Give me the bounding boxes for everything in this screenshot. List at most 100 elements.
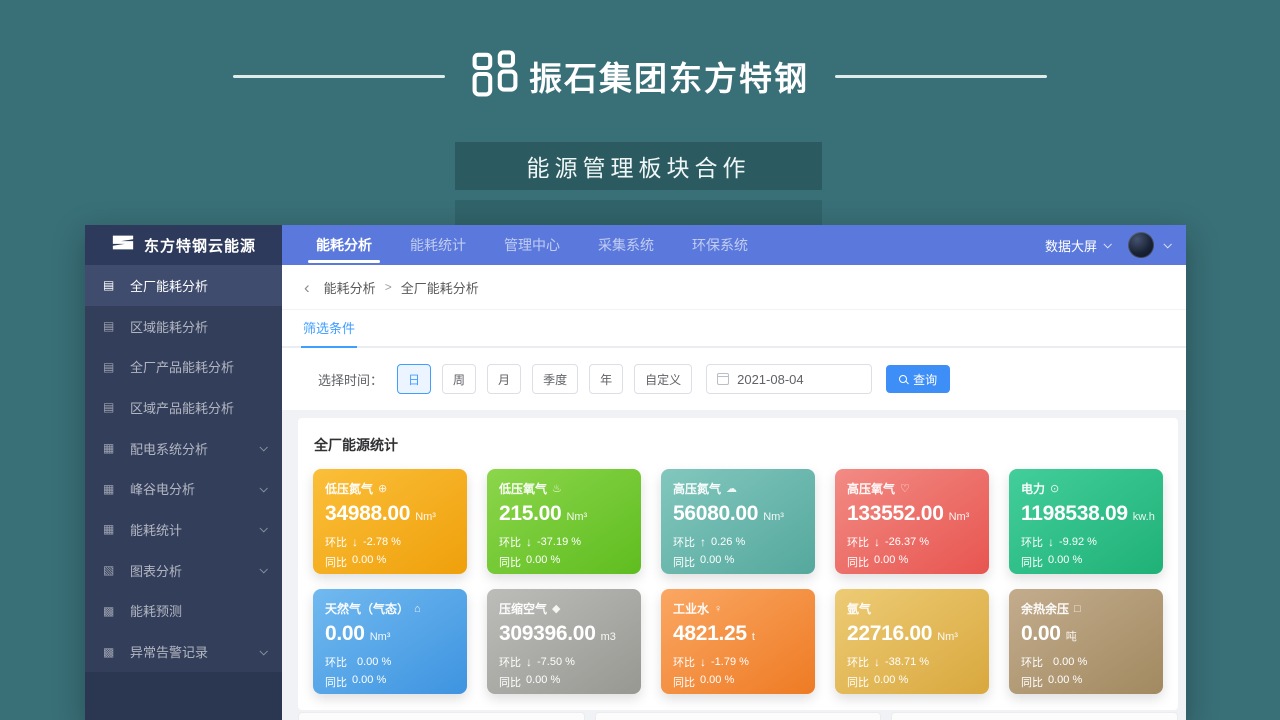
- yoy-value: 0.00 %: [874, 554, 908, 570]
- period-custom-button[interactable]: 自定义: [634, 364, 692, 394]
- calendar-icon: [717, 373, 729, 385]
- card-title: 天然气（气态）: [325, 600, 409, 617]
- stat-card-waste-heat-pressure[interactable]: 余热余压□ 0.00吨 环比0.00 % 同比0.00 %: [1009, 589, 1163, 694]
- banner: 振石集团东方特钢: [0, 48, 1280, 104]
- breadcrumb: ‹ 能耗分析 > 全厂能耗分析: [282, 265, 1186, 310]
- sidebar-item-power-distribution[interactable]: ▦ 配电系统分析: [85, 428, 282, 469]
- yoy-label: 同比: [847, 554, 869, 570]
- data-screen-label: 数据大屏: [1045, 236, 1097, 255]
- arrow-down-icon: ↓: [874, 535, 880, 549]
- card-icon: ▤: [103, 360, 118, 374]
- arrow-down-icon: ↓: [526, 655, 532, 669]
- panel-top-edge: [891, 712, 1178, 720]
- nav-item-energy-statistics[interactable]: 能耗统计: [398, 225, 478, 265]
- card-energy-icon: ◆: [552, 602, 560, 615]
- stat-card-high-pressure-nitrogen[interactable]: 高压氮气☁ 56080.00Nm³ 环比↑0.26 % 同比0.00 %: [661, 469, 815, 574]
- stat-card-low-pressure-nitrogen[interactable]: 低压氮气⊕ 34988.00Nm³ 环比↓-2.78 % 同比0.00 %: [313, 469, 467, 574]
- card-energy-icon: ☁: [726, 482, 737, 495]
- yoy-label: 同比: [1021, 554, 1043, 570]
- app-logo[interactable]: 东方特钢云能源: [85, 225, 282, 265]
- card-unit: kw.h: [1133, 511, 1155, 523]
- card-value: 0.00: [1021, 622, 1061, 646]
- breadcrumb-parent[interactable]: 能耗分析: [324, 278, 376, 297]
- period-week-button[interactable]: 周: [442, 364, 476, 394]
- top-nav: 能耗分析 能耗统计 管理中心 采集系统 环保系统 数据大屏: [282, 225, 1186, 265]
- arrow-down-icon: ↓: [352, 535, 358, 549]
- mom-value: -7.50 %: [537, 656, 575, 668]
- date-picker-input[interactable]: 2021-08-04: [706, 364, 872, 394]
- stat-card-electricity[interactable]: 电力⊙ 1198538.09kw.h 环比↓-9.92 % 同比0.00 %: [1009, 469, 1163, 574]
- nav-item-collection-system[interactable]: 采集系统: [586, 225, 666, 265]
- nav-item-energy-analysis[interactable]: 能耗分析: [304, 225, 384, 265]
- card-row-2: 天然气（气态）⌂ 0.00Nm³ 环比0.00 % 同比0.00 % 压缩空气 ◆…: [313, 589, 1163, 694]
- stat-card-natural-gas[interactable]: 天然气（气态）⌂ 0.00Nm³ 环比0.00 % 同比0.00 %: [313, 589, 467, 694]
- query-label: 查询: [913, 371, 937, 388]
- section-title: 全厂能源统计: [314, 435, 1163, 455]
- sidebar-item-energy-forecast[interactable]: ▩ 能耗预测: [85, 591, 282, 632]
- sidebar-item-alarm-records[interactable]: ▩ 异常告警记录: [85, 631, 282, 672]
- card-unit: Nm³: [949, 511, 970, 523]
- card-title: 低压氧气: [499, 480, 547, 497]
- period-day-button[interactable]: 日: [397, 364, 431, 394]
- yoy-label: 同比: [673, 674, 695, 690]
- nav-item-environment-system[interactable]: 环保系统: [680, 225, 760, 265]
- panel-top-edge: [298, 712, 585, 720]
- card-title: 低压氮气: [325, 480, 373, 497]
- card-value: 1198538.09: [1021, 502, 1128, 526]
- yoy-label: 同比: [847, 674, 869, 690]
- card-title: 氩气: [847, 600, 871, 617]
- page-title: 振石集团东方特钢: [529, 52, 809, 100]
- chevron-down-icon: [259, 443, 267, 451]
- chevron-down-icon[interactable]: [1163, 240, 1171, 248]
- card-title: 高压氧气: [847, 480, 895, 497]
- query-button[interactable]: 查询: [886, 365, 950, 393]
- mom-label: 环比: [325, 654, 347, 670]
- stat-card-compressed-air[interactable]: 压缩空气◆ 309396.00m3 环比↓-7.50 % 同比0.00 %: [487, 589, 641, 694]
- period-quarter-button[interactable]: 季度: [532, 364, 578, 394]
- chevron-down-icon: [259, 647, 267, 655]
- sidebar-item-energy-statistics[interactable]: ▦ 能耗统计: [85, 509, 282, 550]
- filter-bar: 选择时间： 日 周 月 季度 年 自定义 2021-08-04 查询: [282, 348, 1186, 410]
- mom-value: -9.92 %: [1059, 536, 1097, 548]
- yoy-value: 0.00 %: [1048, 674, 1082, 690]
- back-arrow-icon[interactable]: ‹: [304, 279, 310, 296]
- chevron-down-icon: [1103, 240, 1111, 248]
- data-screen-dropdown[interactable]: 数据大屏: [1045, 236, 1110, 255]
- chevron-down-icon: [259, 525, 267, 533]
- yoy-value: 0.00 %: [1048, 554, 1082, 570]
- date-value: 2021-08-04: [737, 372, 804, 387]
- divider: [233, 75, 445, 78]
- tab-filter-conditions[interactable]: 筛选条件: [303, 318, 355, 346]
- sidebar-item-plant-energy-analysis[interactable]: ▤ 全厂能耗分析: [85, 265, 282, 306]
- arrow-down-icon: ↓: [700, 655, 706, 669]
- nav-item-management-center[interactable]: 管理中心: [492, 225, 572, 265]
- mom-label: 环比: [673, 654, 695, 670]
- sidebar-item-chart-analysis[interactable]: ▧ 图表分析: [85, 550, 282, 591]
- chart-icon: ▧: [103, 563, 118, 577]
- mom-value: -2.78 %: [363, 536, 401, 548]
- breadcrumb-separator: >: [385, 280, 392, 294]
- card-title: 工业水: [673, 600, 709, 617]
- yoy-label: 同比: [325, 674, 347, 690]
- sidebar-item-region-product-energy[interactable]: ▤ 区域产品能耗分析: [85, 387, 282, 428]
- period-year-button[interactable]: 年: [589, 364, 623, 394]
- card-title: 压缩空气: [499, 600, 547, 617]
- card-value: 56080.00: [673, 502, 758, 526]
- yoy-value: 0.00 %: [700, 674, 734, 690]
- mom-label: 环比: [499, 654, 521, 670]
- stat-card-high-pressure-oxygen[interactable]: 高压氧气♡ 133552.00Nm³ 环比↓-26.37 % 同比0.00 %: [835, 469, 989, 574]
- period-month-button[interactable]: 月: [487, 364, 521, 394]
- card-title: 余热余压: [1021, 600, 1069, 617]
- stat-card-argon[interactable]: 氩气 22716.00Nm³ 环比↓-38.71 % 同比0.00 %: [835, 589, 989, 694]
- arrow-down-icon: ↓: [526, 535, 532, 549]
- sidebar-item-peak-valley-power[interactable]: ▦ 峰谷电分析: [85, 468, 282, 509]
- card-value: 133552.00: [847, 502, 944, 526]
- panel-top-edge: [595, 712, 882, 720]
- yoy-value: 0.00 %: [526, 554, 560, 570]
- stat-card-low-pressure-oxygen[interactable]: 低压氧气♨ 215.00Nm³ 环比↓-37.19 % 同比0.00 %: [487, 469, 641, 574]
- sidebar-item-plant-product-energy[interactable]: ▤ 全厂产品能耗分析: [85, 346, 282, 387]
- card-value: 215.00: [499, 502, 561, 526]
- sidebar-item-region-energy-analysis[interactable]: ▤ 区域能耗分析: [85, 306, 282, 347]
- avatar[interactable]: [1128, 232, 1154, 258]
- stat-card-industrial-water[interactable]: 工业水♀ 4821.25t 环比↓-1.79 % 同比0.00 %: [661, 589, 815, 694]
